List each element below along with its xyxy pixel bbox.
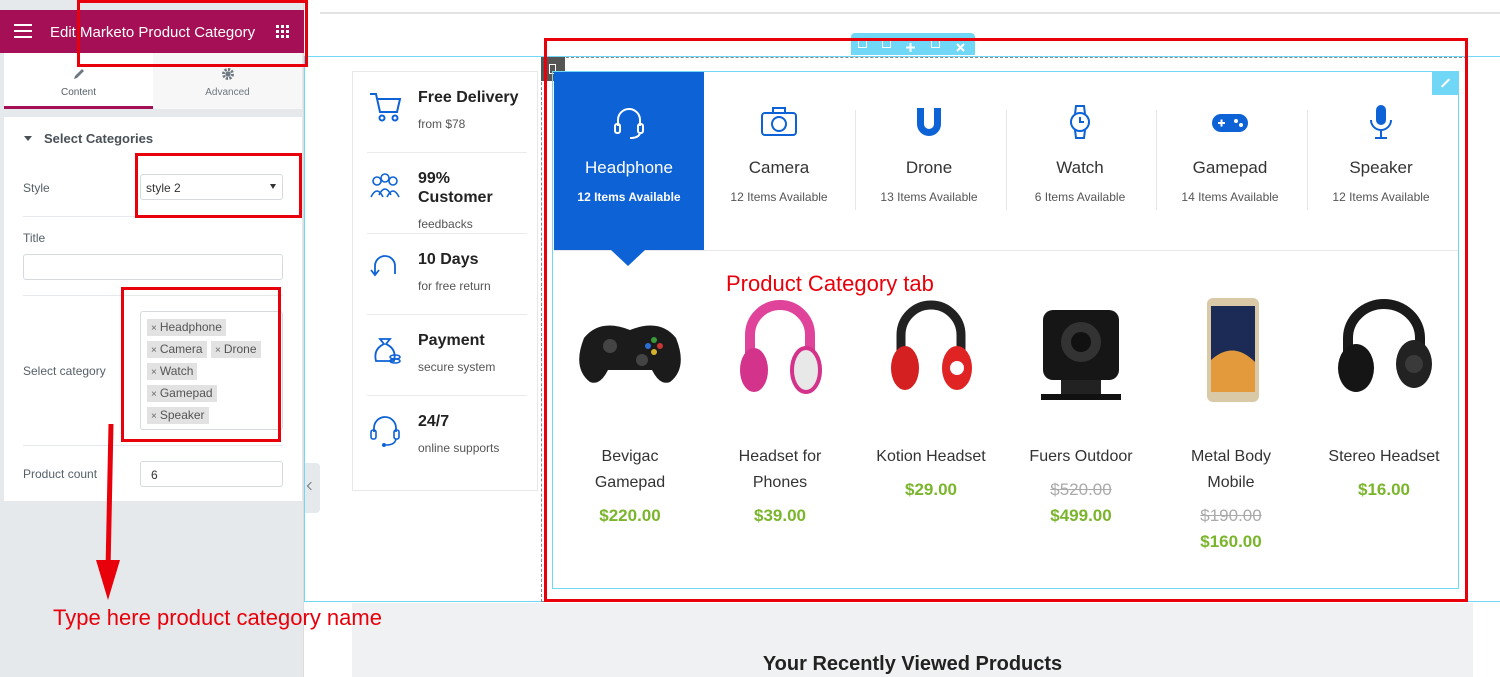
cart-icon <box>370 93 402 122</box>
annotation-box-title <box>77 0 308 67</box>
feature-subtitle: feedbacks <box>418 217 473 231</box>
tab-advanced-label: Advanced <box>205 87 250 98</box>
annotation-type-here: Type here product category name <box>53 605 382 630</box>
return-icon <box>370 255 396 277</box>
customers-icon <box>370 173 400 198</box>
money-bag-icon <box>374 338 401 364</box>
feature-item: 99% Customer feedbacks <box>367 153 527 234</box>
feature-subtitle: for free return <box>418 279 491 293</box>
annotation-arrow-icon <box>96 423 120 600</box>
annotation-product-category-tab: Product Category tab <box>726 271 934 296</box>
feature-title: Payment <box>418 332 485 349</box>
preview-top-border <box>320 12 1500 14</box>
select-category-label: Select category <box>23 364 106 378</box>
title-input[interactable] <box>23 254 283 280</box>
recently-viewed-section: Your Recently Viewed Products <box>352 603 1473 677</box>
section-title[interactable]: Select Categories <box>44 131 153 146</box>
annotation-box-style <box>135 153 302 218</box>
divider <box>23 445 283 446</box>
feature-title: 10 Days <box>418 251 479 268</box>
pencil-icon <box>74 69 84 79</box>
feature-title: Free Delivery <box>418 89 519 106</box>
gear-icon <box>222 68 234 80</box>
features-box: Free Delivery from $78 99% Customer feed… <box>352 71 538 491</box>
annotation-box-widget <box>544 38 1468 602</box>
style-label: Style <box>23 181 50 195</box>
annotation-box-categories <box>121 287 281 442</box>
tab-content-label: Content <box>60 87 97 98</box>
hamburger-menu-icon[interactable] <box>14 24 32 38</box>
product-count-value: 6 <box>151 468 158 482</box>
feature-item: Payment secure system <box>367 315 527 396</box>
recently-viewed-title: Your Recently Viewed Products <box>762 653 1063 675</box>
feature-item: 10 Days for free return <box>367 234 527 315</box>
feature-subtitle: from $78 <box>418 117 466 131</box>
feature-item: 24/7 online supports <box>367 396 527 477</box>
feature-title: 24/7 <box>418 413 450 430</box>
product-count-input[interactable]: 6 <box>140 461 283 487</box>
feature-subtitle: online supports <box>418 441 500 455</box>
title-label: Title <box>23 231 46 245</box>
feature-item: Free Delivery from $78 <box>367 72 527 153</box>
feature-title: 99% Customer <box>418 170 493 206</box>
elementor-editor: Edit Marketo Product Category Content Ad… <box>0 0 1500 677</box>
product-count-label: Product count <box>23 467 98 481</box>
feature-subtitle: secure system <box>418 360 496 374</box>
headset-support-icon <box>370 416 400 447</box>
caret-down-icon[interactable] <box>24 136 32 141</box>
